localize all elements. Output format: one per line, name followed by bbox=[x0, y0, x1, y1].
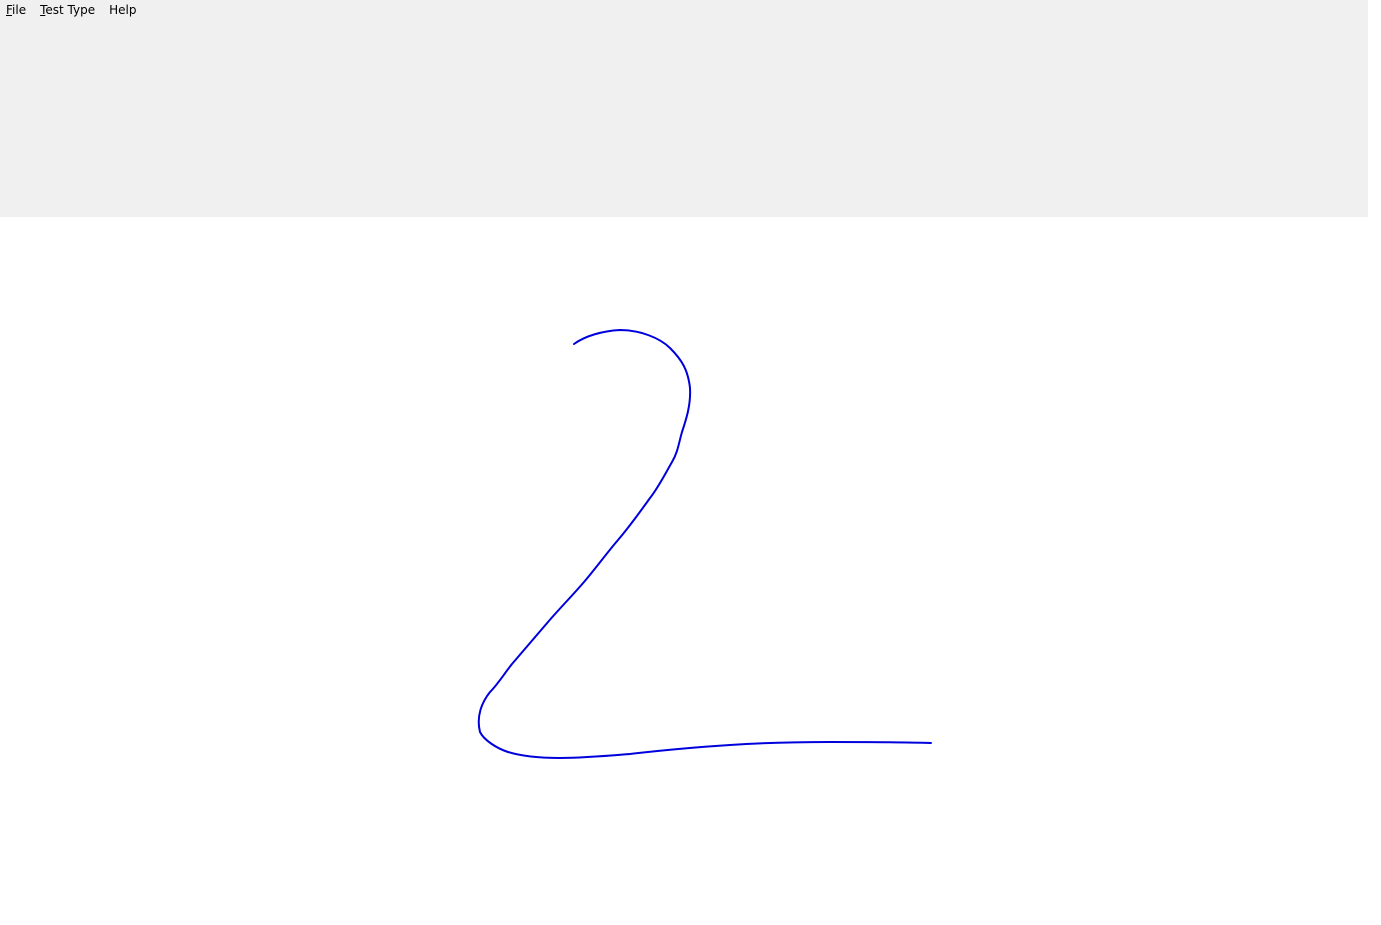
ink-stroke-layer bbox=[477, 329, 932, 759]
handwritten-stroke bbox=[477, 329, 932, 759]
app-window: File Test Type Help bbox=[0, 0, 1381, 925]
